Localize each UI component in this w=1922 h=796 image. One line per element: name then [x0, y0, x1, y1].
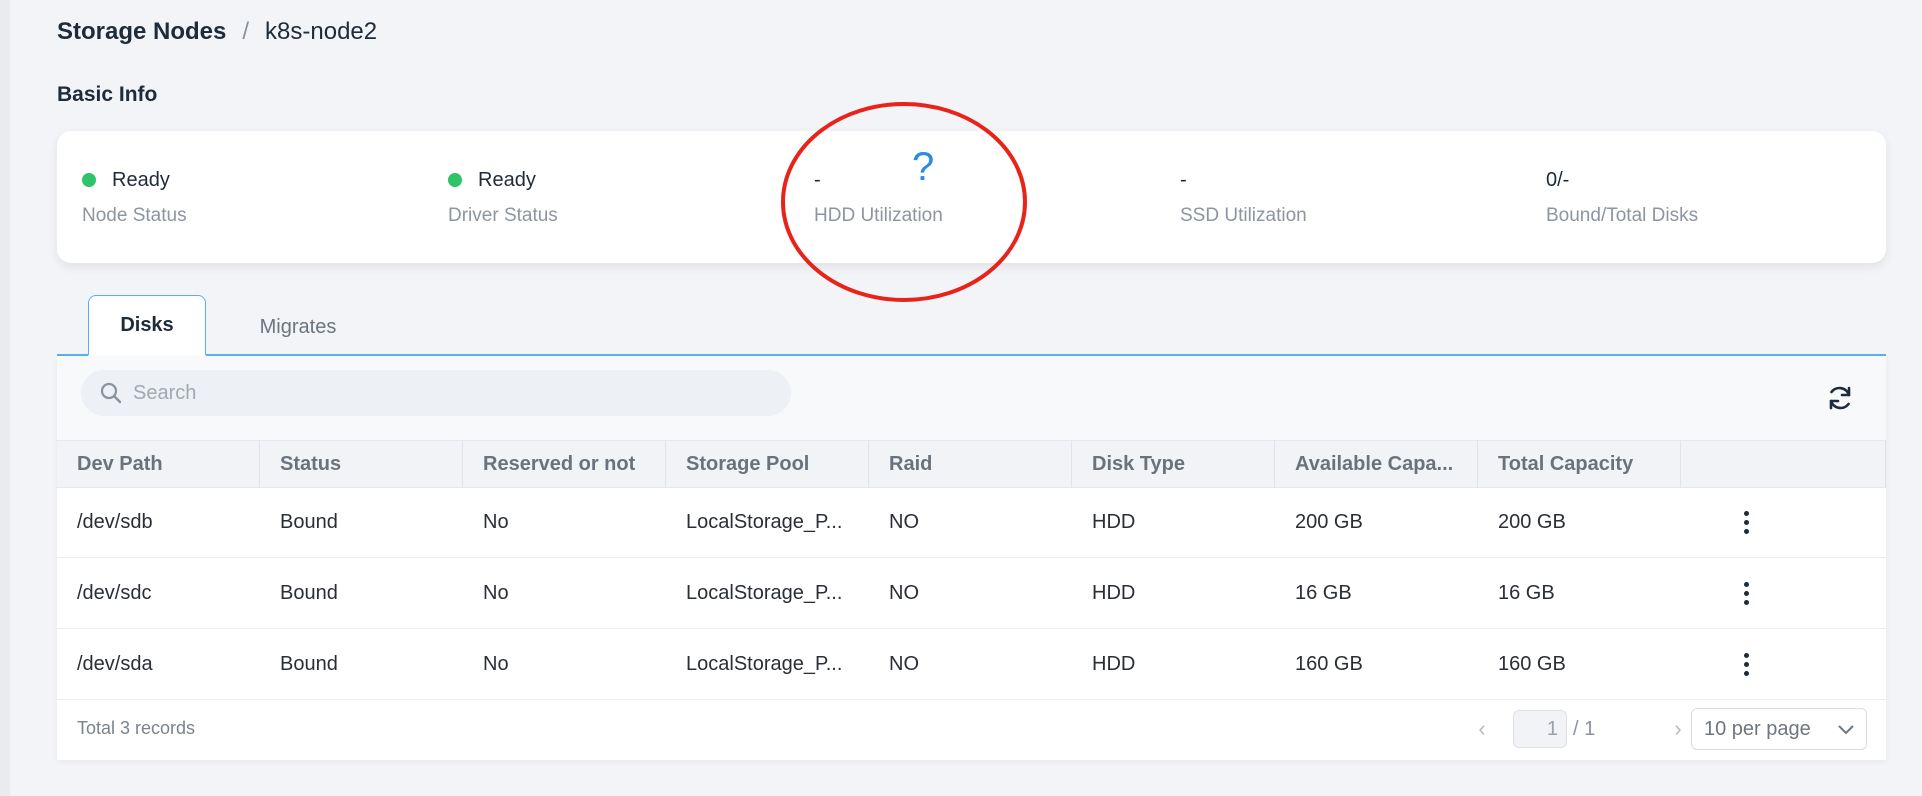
cell-actions: [1681, 487, 1886, 557]
table-header: Dev Path Status Reserved or not Storage …: [57, 440, 1886, 488]
cell-total-capacity: 160 GB: [1498, 652, 1566, 675]
cell-actions: [1681, 558, 1886, 628]
per-page-select[interactable]: 10 per page: [1691, 708, 1867, 750]
breadcrumb: Storage Nodes / k8s-node2: [57, 18, 377, 46]
table-footer: Total 3 records ‹ / 1 › 10 per page: [57, 700, 1886, 760]
breadcrumb-current-node: k8s-node2: [265, 18, 378, 45]
cell-reserved: No: [483, 581, 509, 604]
status-dot-icon: [448, 173, 462, 187]
search-input[interactable]: [131, 380, 775, 406]
basic-info-card: Ready Node Status Ready Driver Status - …: [57, 131, 1886, 263]
left-sidebar-strip: [0, 0, 10, 796]
per-page-value: 10 per page: [1704, 717, 1811, 740]
bound-total-disks-label: Bound/Total Disks: [1546, 205, 1699, 226]
chevron-right-icon[interactable]: ›: [1663, 714, 1693, 744]
cell-storage-pool: LocalStorage_P...: [686, 581, 843, 604]
cell-raid: NO: [889, 652, 919, 675]
cell-reserved: No: [483, 510, 509, 533]
bound-total-disks-value: 0/-: [1546, 168, 1570, 191]
driver-status-label: Driver Status: [448, 205, 558, 226]
more-vertical-icon[interactable]: [1731, 573, 1761, 613]
cell-status: Bound: [280, 510, 338, 533]
hdd-utilization-label: HDD Utilization: [814, 205, 943, 226]
cell-disk-type: HDD: [1092, 581, 1136, 604]
ssd-utilization-value: -: [1180, 168, 1187, 191]
cell-dev-path: /dev/sdb: [77, 510, 153, 533]
info-bound-total-disks: 0/- Bound/Total Disks: [1546, 167, 1698, 227]
pagination: ‹ / 1 ›: [1467, 710, 1693, 748]
page-total: / 1: [1573, 717, 1596, 740]
tab-migrates[interactable]: Migrates: [233, 298, 363, 356]
node-status-label: Node Status: [82, 205, 187, 226]
column-header-raid[interactable]: Raid: [869, 441, 1072, 487]
cell-storage-pool: LocalStorage_P...: [686, 510, 843, 533]
info-ssd-utilization: - SSD Utilization: [1180, 167, 1307, 227]
cell-reserved: No: [483, 652, 509, 675]
search-box: [81, 370, 791, 416]
cell-available-capacity: 200 GB: [1295, 510, 1363, 533]
table-row: /dev/sda Bound No LocalStorage_P... NO H…: [57, 629, 1886, 700]
info-driver-status: Ready Driver Status: [448, 167, 558, 227]
cell-raid: NO: [889, 510, 919, 533]
disks-table-panel: Dev Path Status Reserved or not Storage …: [57, 356, 1886, 760]
cell-total-capacity: 200 GB: [1498, 510, 1566, 533]
cell-raid: NO: [889, 581, 919, 604]
table-row: /dev/sdc Bound No LocalStorage_P... NO H…: [57, 558, 1886, 629]
cell-actions: [1681, 629, 1886, 699]
column-header-dev-path[interactable]: Dev Path: [57, 441, 260, 487]
column-header-storage-pool[interactable]: Storage Pool: [666, 441, 869, 487]
table-body: /dev/sdb Bound No LocalStorage_P... NO H…: [57, 487, 1886, 700]
info-node-status: Ready Node Status: [82, 167, 187, 227]
hdd-utilization-value: -: [814, 168, 821, 191]
cell-disk-type: HDD: [1092, 652, 1136, 675]
cell-available-capacity: 16 GB: [1295, 581, 1352, 604]
cell-disk-type: HDD: [1092, 510, 1136, 533]
status-dot-icon: [82, 173, 96, 187]
refresh-icon[interactable]: [1824, 382, 1856, 414]
cell-status: Bound: [280, 581, 338, 604]
tab-disks[interactable]: Disks: [88, 295, 206, 356]
cell-dev-path: /dev/sda: [77, 652, 153, 675]
driver-status-value: Ready: [478, 168, 536, 191]
chevron-left-icon[interactable]: ‹: [1467, 714, 1497, 744]
section-title-basic-info: Basic Info: [57, 83, 158, 106]
chevron-down-icon: [1838, 718, 1854, 741]
total-records: Total 3 records: [77, 718, 196, 738]
more-vertical-icon[interactable]: [1731, 644, 1761, 684]
cell-dev-path: /dev/sdc: [77, 581, 152, 604]
column-header-reserved[interactable]: Reserved or not: [463, 441, 666, 487]
column-header-total-capacity[interactable]: Total Capacity: [1478, 441, 1681, 487]
question-mark-annotation-icon: ?: [912, 145, 935, 189]
more-vertical-icon[interactable]: [1731, 502, 1761, 542]
table-toolbar: [57, 356, 1886, 440]
column-header-status[interactable]: Status: [260, 441, 463, 487]
breadcrumb-storage-nodes[interactable]: Storage Nodes: [57, 18, 226, 46]
cell-storage-pool: LocalStorage_P...: [686, 652, 843, 675]
column-header-available-capacity[interactable]: Available Capa...: [1275, 441, 1478, 487]
search-icon: [97, 379, 125, 407]
breadcrumb-separator: /: [242, 18, 250, 45]
ssd-utilization-label: SSD Utilization: [1180, 205, 1307, 226]
column-header-actions: [1681, 441, 1886, 487]
tab-bar: Disks Migrates: [57, 294, 1886, 356]
page-number-input[interactable]: [1513, 710, 1567, 748]
cell-total-capacity: 16 GB: [1498, 581, 1555, 604]
node-status-value: Ready: [112, 168, 170, 191]
cell-available-capacity: 160 GB: [1295, 652, 1363, 675]
cell-status: Bound: [280, 652, 338, 675]
column-header-disk-type[interactable]: Disk Type: [1072, 441, 1275, 487]
table-row: /dev/sdb Bound No LocalStorage_P... NO H…: [57, 487, 1886, 558]
